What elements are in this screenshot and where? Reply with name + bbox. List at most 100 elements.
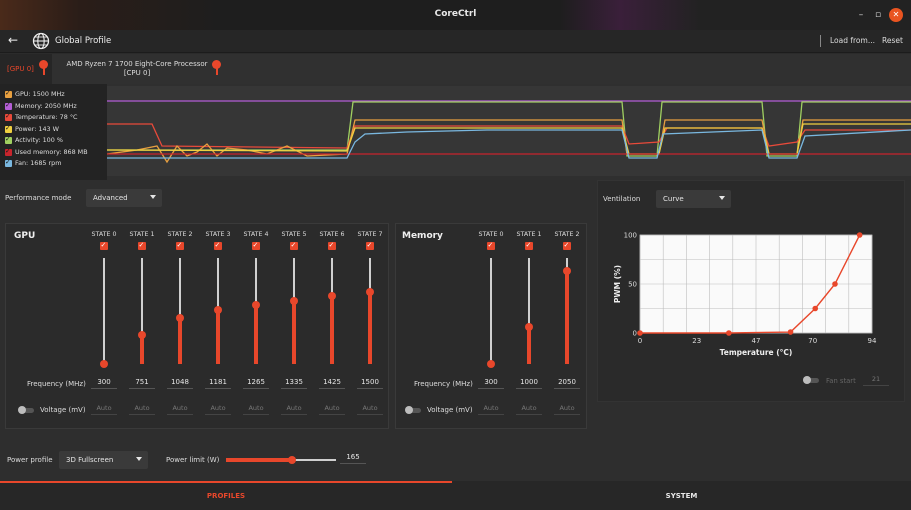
voltage-toggle[interactable] <box>405 406 423 414</box>
state-slider-knob[interactable] <box>100 360 108 368</box>
power-limit-knob[interactable] <box>288 456 296 464</box>
legend-item[interactable]: Used memory: 868 MB <box>3 147 103 160</box>
state-voltage-input[interactable]: Auto <box>91 403 117 415</box>
state-slider-knob[interactable] <box>563 266 571 275</box>
state-voltage-input[interactable]: Auto <box>357 403 383 415</box>
state-voltage-input[interactable]: Auto <box>319 403 345 415</box>
state-slider-knob[interactable] <box>214 305 222 314</box>
bottom-tabs: PROFILES SYSTEM <box>0 481 911 510</box>
tab-gpu-0[interactable]: [GPU 0] <box>0 54 52 84</box>
state-frequency-input[interactable]: 1048 <box>167 377 193 389</box>
legend-item[interactable]: Power: 143 W <box>3 124 103 137</box>
fan-start-toggle[interactable] <box>803 376 821 384</box>
fan-curve-point[interactable] <box>856 232 863 238</box>
state-voltage-input[interactable]: Auto <box>129 403 155 415</box>
maximize-button[interactable]: ▫ <box>871 8 885 22</box>
memory-panel-title: Memory <box>402 231 443 241</box>
state-frequency-input[interactable]: 751 <box>129 377 155 389</box>
state-slider-knob[interactable] <box>328 292 336 301</box>
state-frequency-input[interactable]: 1500 <box>357 377 383 389</box>
state-frequency-input[interactable]: 1335 <box>281 377 307 389</box>
state-slider-knob[interactable] <box>138 331 146 340</box>
load-from-button[interactable]: Load from... <box>830 36 875 45</box>
state-slider-track[interactable] <box>490 258 492 364</box>
state-voltage-input[interactable]: Auto <box>478 403 504 415</box>
state-frequency-input[interactable]: 2050 <box>554 377 580 389</box>
x-tick-label: 47 <box>752 337 761 345</box>
fan-curve-point[interactable] <box>787 329 794 335</box>
state-voltage-input[interactable]: Auto <box>554 403 580 415</box>
legend-checkbox[interactable] <box>5 158 12 167</box>
globe-icon <box>32 32 50 50</box>
state-frequency-input[interactable]: 1000 <box>516 377 542 389</box>
state-slider-knob[interactable] <box>252 300 260 309</box>
ventilation-mode-select[interactable]: Curve <box>656 190 731 208</box>
close-button[interactable]: ✕ <box>889 8 903 22</box>
power-limit-slider[interactable] <box>226 455 336 465</box>
frequency-row-label: Frequency (MHz) <box>27 380 86 388</box>
voltage-row-label: Voltage (mV) <box>427 406 473 414</box>
legend-checkbox[interactable] <box>5 101 12 110</box>
state-frequency-input[interactable]: 1425 <box>319 377 345 389</box>
state-checkbox[interactable] <box>487 241 495 250</box>
state-frequency-input[interactable]: 300 <box>91 377 117 389</box>
legend-checkbox[interactable] <box>5 89 12 98</box>
legend-item[interactable]: Memory: 2050 MHz <box>3 101 103 114</box>
state-frequency-input[interactable]: 1181 <box>205 377 231 389</box>
state-checkbox[interactable] <box>290 241 298 250</box>
power-profile-select[interactable]: 3D Fullscreen <box>59 451 148 469</box>
state-voltage-input[interactable]: Auto <box>281 403 307 415</box>
legend-checkbox[interactable] <box>5 147 12 156</box>
power-limit-value[interactable]: 165 <box>340 452 366 464</box>
state-slider-knob[interactable] <box>176 314 184 323</box>
tab-system[interactable]: SYSTEM <box>452 481 911 510</box>
tab-profiles-label: PROFILES <box>206 492 246 500</box>
legend-item[interactable]: Temperature: 78 °C <box>3 112 103 125</box>
x-tick-label: 70 <box>808 337 817 345</box>
tab-profiles[interactable]: PROFILES <box>0 481 452 510</box>
state-checkbox[interactable] <box>100 241 108 250</box>
reset-button[interactable]: Reset <box>882 36 903 45</box>
state-slider-knob[interactable] <box>525 322 533 331</box>
gpu-panel-title: GPU <box>14 231 36 241</box>
state-checkbox[interactable] <box>563 241 571 250</box>
tab-cpu-0[interactable]: AMD Ryzen 7 1700 Eight-Core Processor [C… <box>52 54 230 84</box>
back-arrow-icon[interactable]: ← <box>8 33 18 47</box>
state-voltage-input[interactable]: Auto <box>205 403 231 415</box>
state-voltage-input[interactable]: Auto <box>243 403 269 415</box>
state-checkbox[interactable] <box>366 241 374 250</box>
state-slider-knob[interactable] <box>366 287 374 296</box>
legend-item[interactable]: Activity: 100 % <box>3 135 103 148</box>
state-slider-knob[interactable] <box>487 360 495 368</box>
profile-title: Global Profile <box>55 36 112 46</box>
legend-checkbox[interactable] <box>5 135 12 144</box>
state-checkbox[interactable] <box>214 241 222 250</box>
legend-item[interactable]: Fan: 1685 rpm <box>3 158 103 171</box>
voltage-toggle[interactable] <box>18 406 36 414</box>
state-checkbox[interactable] <box>138 241 146 250</box>
fan-curve-chart[interactable]: 0 23 47 70 94 0 50 100 Temperature (°C) PWM (%) <box>606 227 896 367</box>
state-voltage-input[interactable]: Auto <box>167 403 193 415</box>
fan-curve-point[interactable] <box>812 305 819 312</box>
state-slider-knob[interactable] <box>290 297 298 306</box>
minimize-button[interactable]: – <box>854 8 868 22</box>
state-label: STATE 3 <box>205 231 231 238</box>
legend-checkbox[interactable] <box>5 112 12 121</box>
fan-start-input[interactable]: 21 <box>863 374 889 386</box>
legend-checkbox[interactable] <box>5 124 12 133</box>
sensor-plot <box>107 84 911 180</box>
state-checkbox[interactable] <box>176 241 184 250</box>
state-frequency-input[interactable]: 1265 <box>243 377 269 389</box>
fan-curve-point[interactable] <box>637 330 643 336</box>
legend-item[interactable]: GPU: 1500 MHz <box>3 89 103 102</box>
state-checkbox[interactable] <box>252 241 260 250</box>
state-frequency-input[interactable]: 300 <box>478 377 504 389</box>
state-slider-track[interactable] <box>103 258 105 364</box>
fan-curve-point[interactable] <box>832 281 838 287</box>
state-checkbox[interactable] <box>328 241 336 250</box>
state-voltage-input[interactable]: Auto <box>516 403 542 415</box>
performance-mode-select[interactable]: Advanced <box>86 189 162 207</box>
state-label: STATE 2 <box>167 231 193 238</box>
fan-curve-point[interactable] <box>726 330 732 336</box>
state-checkbox[interactable] <box>525 241 533 250</box>
